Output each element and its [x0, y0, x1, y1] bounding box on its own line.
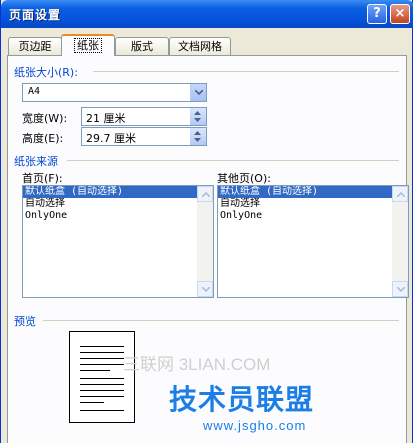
list-item[interactable]: OnlyOne [218, 210, 408, 222]
list-item[interactable]: 默认纸盒 (自动选择) [23, 186, 213, 198]
spin-up-icon[interactable] [194, 111, 201, 115]
page-setup-dialog: 页面设置 ? × 页边距 纸张 版式 文档网格 纸张大小(R): A4 宽度(W… [0, 0, 413, 443]
list-item[interactable]: 自动选择 [23, 198, 213, 210]
scroll-down-icon[interactable] [392, 281, 408, 297]
scroll-up-icon[interactable] [392, 186, 408, 202]
spin-down-icon[interactable] [194, 118, 201, 122]
tab-layout-label: 版式 [131, 40, 153, 53]
list-item[interactable]: 自动选择 [218, 198, 408, 210]
preview-page-thumbnail [69, 331, 135, 423]
watermark-site-url: www.jsgho.com [203, 418, 307, 433]
close-button[interactable]: × [390, 4, 410, 24]
height-spin-buttons[interactable] [190, 128, 206, 145]
scroll-up-icon[interactable] [197, 186, 213, 202]
paper-size-group-label: 纸张大小(R): [14, 66, 78, 79]
height-label: 高度(E): [22, 132, 64, 145]
preview-divider [43, 320, 399, 321]
preview-text-line [80, 364, 124, 365]
preview-text-line [80, 396, 124, 397]
first-page-label: 首页(F): [22, 172, 63, 185]
preview-group-label: 预览 [14, 315, 36, 328]
preview-text-line [80, 346, 124, 347]
height-spinner[interactable]: 29.7 厘米 [81, 127, 207, 146]
width-spinner[interactable]: 21 厘米 [81, 107, 207, 126]
watermark-site-name: 技术员联盟 [169, 383, 315, 416]
spin-down-icon[interactable] [194, 138, 201, 142]
preview-text-line [80, 358, 124, 359]
watermark-3lian: 三联网 3LIAN.COM [123, 355, 271, 374]
spin-up-icon[interactable] [194, 131, 201, 135]
paper-size-select[interactable]: A4 [22, 83, 207, 102]
other-pages-label: 其他页(O): [217, 172, 271, 185]
preview-text-line [80, 402, 104, 403]
tab-paper-label: 纸张 [74, 38, 102, 53]
window-title: 页面设置 [9, 8, 62, 22]
width-value: 21 厘米 [86, 112, 126, 125]
list-item[interactable]: OnlyOne [23, 210, 213, 222]
tab-document-grid[interactable]: 文档网格 [169, 37, 231, 55]
scroll-down-icon[interactable] [197, 281, 213, 297]
paper-size-divider [93, 71, 399, 72]
width-label: 宽度(W): [22, 112, 68, 125]
help-button[interactable]: ? [367, 4, 387, 24]
title-bar[interactable]: 页面设置 ? × [1, 0, 413, 28]
tab-margins-label: 页边距 [18, 40, 52, 53]
tab-layout[interactable]: 版式 [115, 37, 169, 55]
preview-text-line [80, 370, 110, 371]
scrollbar[interactable] [197, 186, 213, 297]
other-pages-listbox[interactable]: 默认纸盒 (自动选择) 自动选择 OnlyOne [217, 185, 409, 298]
width-spin-buttons[interactable] [190, 108, 206, 125]
preview-text-line [80, 384, 124, 385]
preview-text-line [80, 378, 124, 379]
scrollbar[interactable] [392, 186, 408, 297]
paper-source-divider [67, 160, 399, 161]
chevron-down-icon[interactable] [190, 84, 206, 101]
preview-text-line [80, 390, 124, 391]
list-item[interactable]: 默认纸盒 (自动选择) [218, 186, 408, 198]
preview-text-line [80, 410, 124, 411]
paper-source-group-label: 纸张来源 [14, 155, 58, 168]
tab-margins[interactable]: 页边距 [8, 37, 62, 55]
paper-size-value: A4 [28, 86, 41, 97]
tab-paper[interactable]: 纸张 [61, 34, 115, 56]
first-page-listbox[interactable]: 默认纸盒 (自动选择) 自动选择 OnlyOne [22, 185, 214, 298]
tab-document-grid-label: 文档网格 [178, 40, 222, 53]
preview-text-line [80, 352, 124, 353]
height-value: 29.7 厘米 [86, 132, 136, 145]
